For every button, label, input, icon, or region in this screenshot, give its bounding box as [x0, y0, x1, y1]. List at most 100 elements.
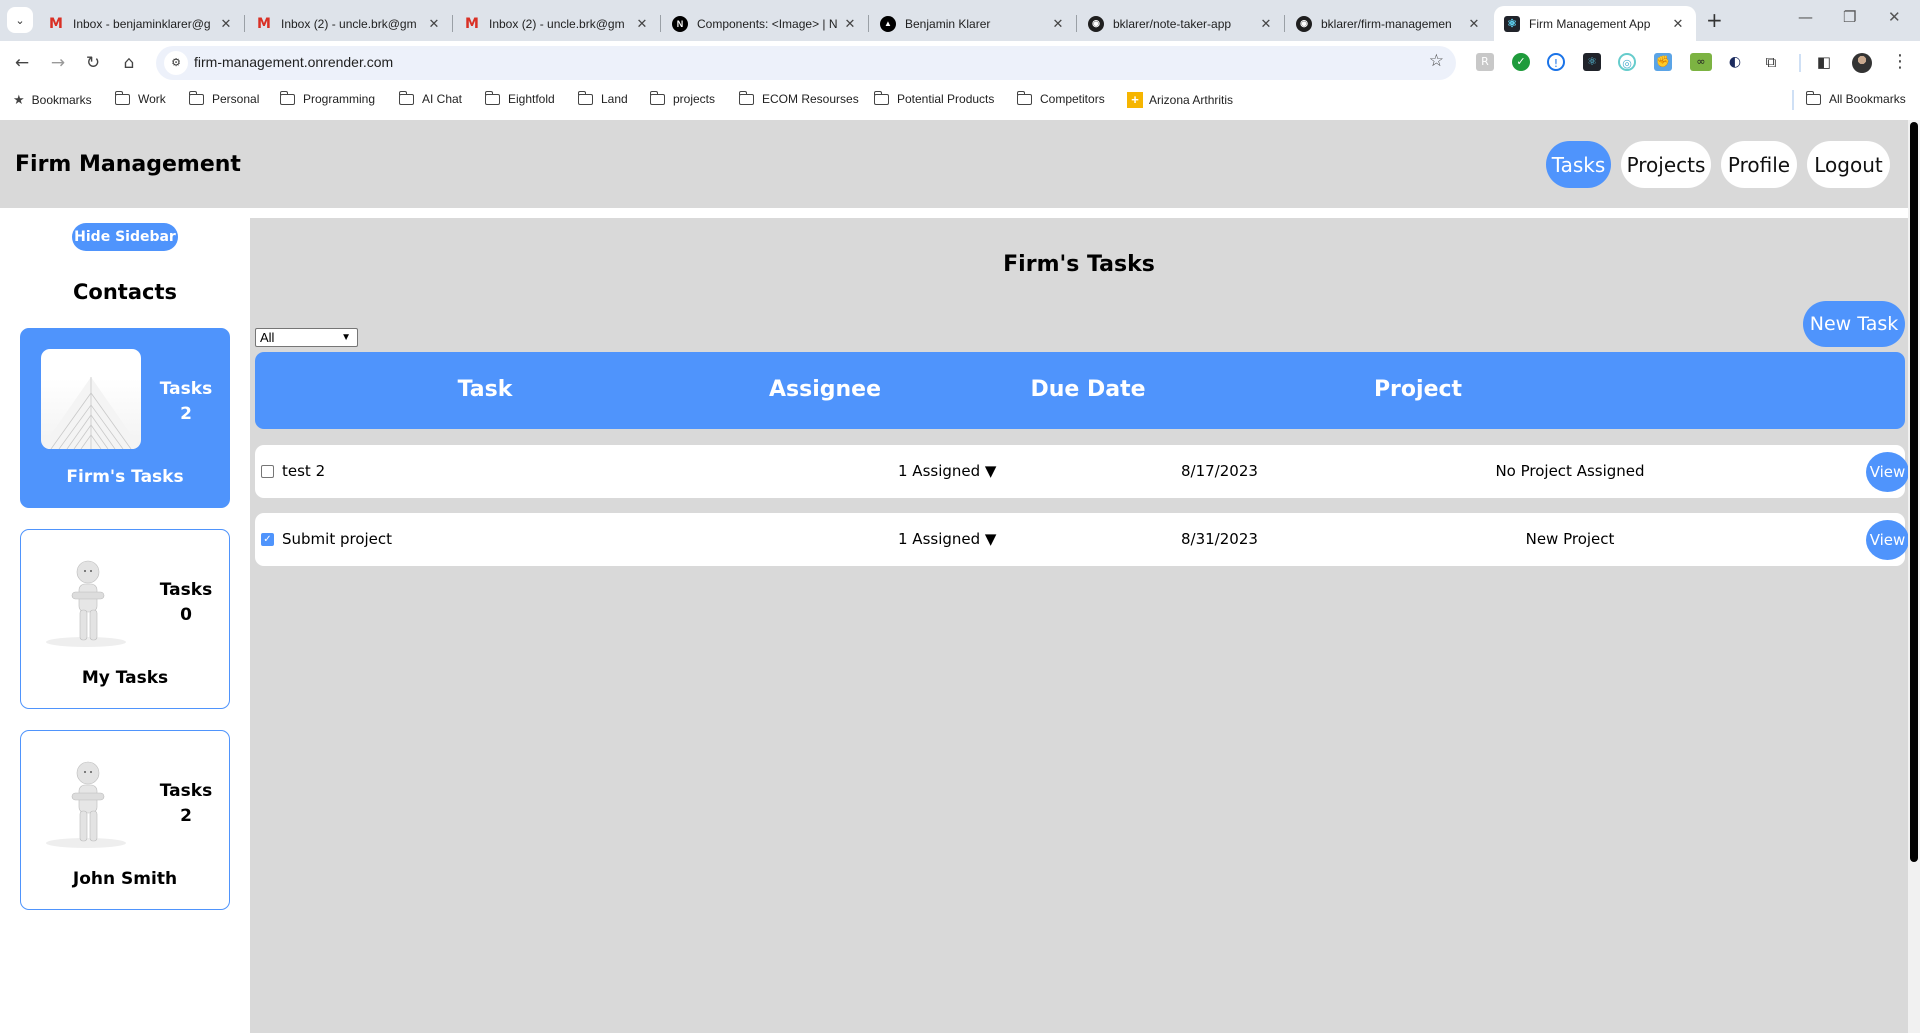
react-icon: ⚛ — [1504, 15, 1520, 32]
contact-card-firms-tasks[interactable]: Tasks 2 Firm's Tasks — [20, 328, 230, 508]
profile-avatar[interactable] — [1852, 53, 1872, 73]
arrow-right-icon: → — [50, 53, 66, 73]
restore-button[interactable]: ❐ — [1843, 8, 1856, 26]
arrow-left-icon: ← — [14, 53, 30, 73]
bookmark-folder[interactable]: Personal — [188, 90, 259, 106]
project-name: No Project Assigned — [1495, 462, 1645, 480]
extension-glasses-icon[interactable]: ∞ — [1690, 53, 1712, 71]
plus-cross-icon: + — [1127, 92, 1143, 108]
close-tab-icon[interactable]: ✕ — [1258, 16, 1274, 32]
bookmark-folder[interactable]: projects — [649, 90, 715, 106]
bookmarks-bar: ★ Bookmarks Work Personal Programming AI … — [0, 84, 1920, 115]
close-tab-icon[interactable]: ✕ — [1466, 16, 1482, 32]
extension-lock-icon[interactable]: ! — [1547, 53, 1565, 71]
close-tab-icon[interactable]: ✕ — [1050, 16, 1066, 32]
extension-fist-icon[interactable]: ✊ — [1654, 53, 1672, 71]
bookmark-folder[interactable]: Potential Products — [873, 90, 994, 106]
forward-button[interactable]: → — [46, 51, 70, 75]
new-task-button[interactable]: New Task — [1803, 301, 1905, 347]
bookmark-folder[interactable]: Land — [577, 90, 628, 106]
bookmark-folder[interactable]: Eightfold — [484, 90, 555, 106]
browser-menu-icon[interactable]: ⋮ — [1891, 51, 1909, 72]
project-name: New Project — [1525, 530, 1615, 548]
bookmark-folder[interactable]: ECOM Resourses — [738, 90, 859, 106]
assignee-dropdown[interactable]: 1 Assigned ▼ — [898, 530, 996, 548]
contact-card-my-tasks[interactable]: Tasks 0 My Tasks — [20, 529, 230, 709]
app-header: Firm Management Tasks Projects Profile L… — [0, 120, 1908, 208]
app-title: Firm Management — [15, 152, 241, 177]
bookmark-item[interactable]: + Arizona Arthritis — [1127, 92, 1233, 108]
close-tab-icon[interactable]: ✕ — [634, 16, 650, 32]
all-bookmarks-button[interactable]: All Bookmarks — [1805, 90, 1906, 106]
folder-icon — [114, 90, 130, 105]
task-complete-checkbox[interactable]: ✓ — [261, 533, 274, 546]
folder-icon — [398, 90, 414, 105]
folder-icon — [484, 90, 500, 105]
github-icon: ◉ — [1088, 15, 1104, 32]
bookmark-folder[interactable]: Programming — [279, 90, 375, 106]
bookmark-folder[interactable]: Work — [114, 90, 166, 106]
close-tab-icon[interactable]: ✕ — [218, 16, 234, 32]
person-figure — [41, 550, 141, 650]
view-task-button[interactable]: View — [1866, 452, 1909, 492]
close-tab-icon[interactable]: ✕ — [426, 16, 442, 32]
side-panel-icon[interactable]: ◧ — [1815, 53, 1833, 71]
bookmark-folder[interactable]: Competitors — [1016, 90, 1105, 106]
view-task-button[interactable]: View — [1866, 520, 1909, 560]
extension-target-icon[interactable]: ◎ — [1618, 53, 1636, 71]
browser-tab[interactable]: M Inbox - benjaminklarer@g ✕ — [38, 6, 245, 41]
nav-tasks[interactable]: Tasks — [1546, 141, 1611, 188]
nav-projects[interactable]: Projects — [1621, 141, 1711, 188]
nav-logout[interactable]: Logout — [1807, 141, 1890, 188]
back-button[interactable]: ← — [10, 51, 34, 75]
bookmark-star-icon[interactable]: ☆ — [1429, 51, 1444, 71]
folder-icon — [873, 90, 889, 105]
assignee-dropdown[interactable]: 1 Assigned ▼ — [898, 462, 996, 480]
column-header-project: Project — [1373, 377, 1463, 402]
react-devtools-icon[interactable]: ⚛ — [1583, 53, 1601, 71]
contact-card-john-smith[interactable]: Tasks 2 John Smith — [20, 730, 230, 910]
browser-tab[interactable]: ◉ bklarer/firm-managemen ✕ — [1286, 6, 1492, 41]
folder-icon — [649, 90, 665, 105]
folder-icon — [738, 90, 754, 105]
column-header-task: Task — [457, 377, 513, 402]
new-tab-button[interactable]: + — [1706, 8, 1723, 32]
tab-search-button[interactable]: ⌄ — [7, 7, 33, 33]
window-close-button[interactable]: ✕ — [1888, 8, 1901, 26]
extension-check-icon[interactable]: ✓ — [1512, 53, 1530, 71]
extension-icon[interactable]: R — [1476, 53, 1494, 71]
browser-tab[interactable]: N Components: <Image> | N ✕ — [662, 6, 869, 41]
task-name: Submit project — [282, 530, 393, 548]
task-count: Tasks 2 — [159, 781, 213, 826]
close-tab-icon[interactable]: ✕ — [1670, 16, 1686, 32]
table-row: test 2 1 Assigned ▼ 8/17/2023 No Project… — [255, 445, 1909, 498]
extension-logo-icon[interactable]: ◐ — [1726, 53, 1744, 71]
browser-tab[interactable]: ▲ Benjamin Klarer ✕ — [870, 6, 1077, 41]
person-figure — [41, 751, 141, 851]
browser-tab-active[interactable]: ⚛ Firm Management App ✕ — [1494, 6, 1696, 41]
vercel-icon: ▲ — [880, 15, 896, 32]
column-header-assignee: Assignee — [768, 377, 881, 402]
task-name: test 2 — [282, 462, 326, 480]
home-button[interactable]: ⌂ — [117, 51, 141, 75]
page-scrollbar-thumb[interactable] — [1910, 122, 1918, 862]
browser-tab[interactable]: M Inbox (2) - uncle.brk@gm ✕ — [246, 6, 453, 41]
address-bar[interactable]: ⚙ firm-management.onrender.com ☆ — [156, 46, 1456, 80]
nav-profile[interactable]: Profile — [1721, 141, 1797, 188]
task-filter-select[interactable]: All ▼ — [255, 328, 358, 347]
bookmark-item[interactable]: ★ Bookmarks — [13, 92, 92, 108]
minimize-button[interactable]: — — [1798, 8, 1813, 26]
extensions-puzzle-icon[interactable]: ⧉ — [1762, 53, 1780, 71]
url-text[interactable]: firm-management.onrender.com — [194, 54, 393, 70]
browser-tab[interactable]: ◉ bklarer/note-taker-app ✕ — [1078, 6, 1285, 41]
bookmark-folder[interactable]: AI Chat — [398, 90, 462, 106]
close-tab-icon[interactable]: ✕ — [842, 16, 858, 32]
reload-icon: ↻ — [85, 53, 101, 73]
site-info-icon[interactable]: ⚙ — [164, 51, 188, 75]
task-complete-checkbox[interactable] — [261, 465, 274, 478]
hide-sidebar-button[interactable]: Hide Sidebar — [72, 223, 178, 251]
star-icon: ★ — [13, 92, 25, 107]
sidebar: Hide Sidebar Contacts Tasks 2 Firm's Tas… — [0, 218, 250, 1033]
browser-tab[interactable]: M Inbox (2) - uncle.brk@gm ✕ — [454, 6, 661, 41]
reload-button[interactable]: ↻ — [81, 51, 105, 75]
